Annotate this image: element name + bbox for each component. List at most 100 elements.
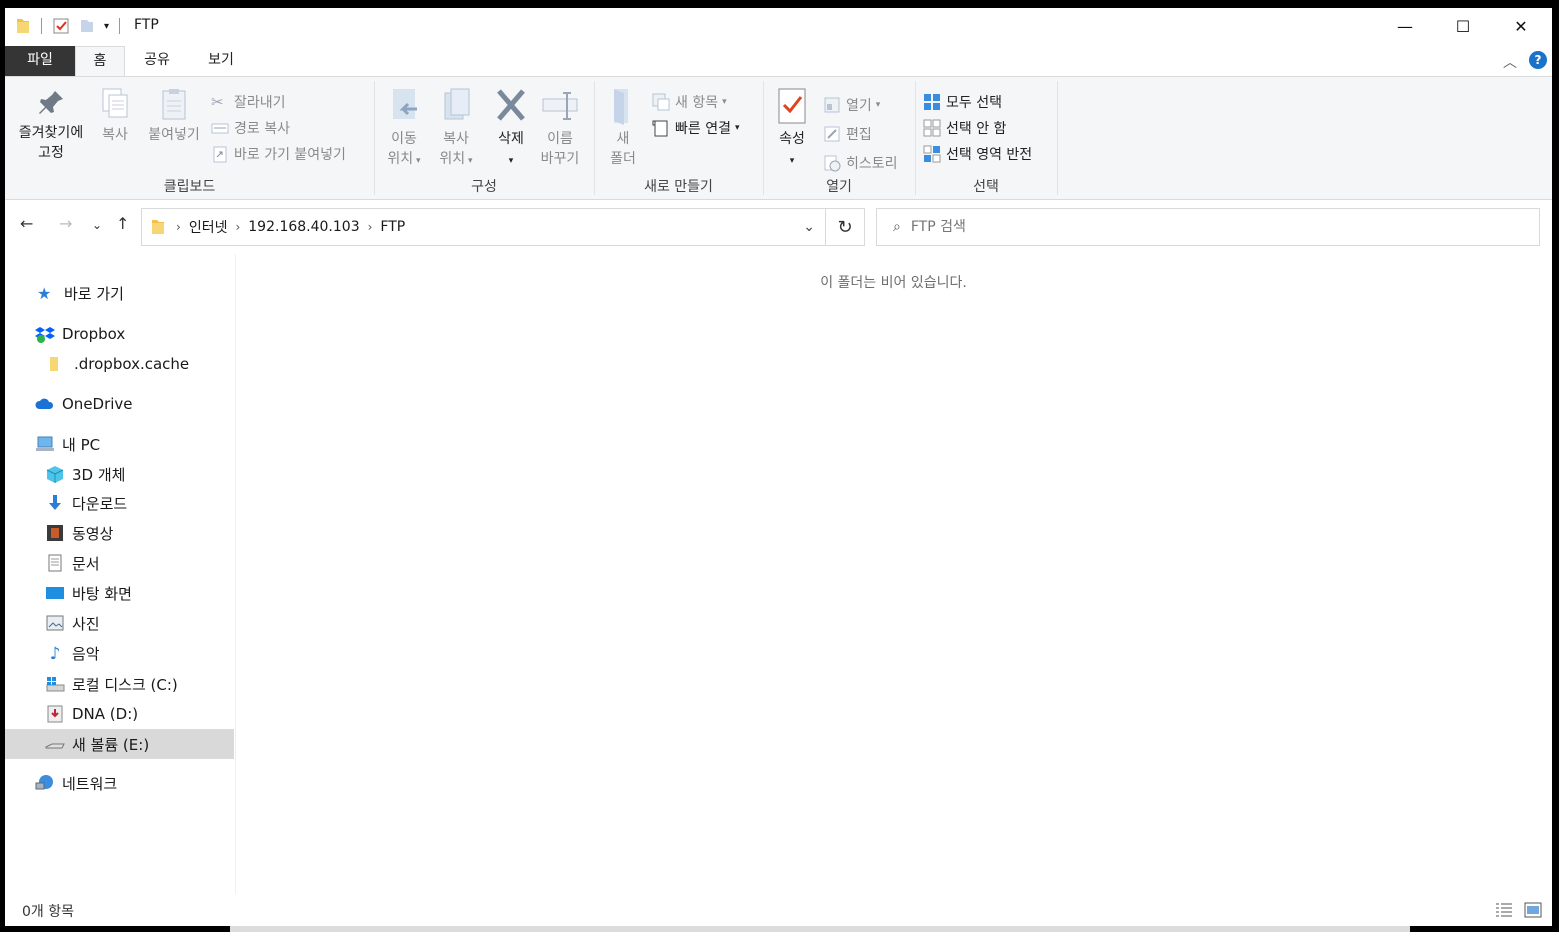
sidebar-item-label: 다운로드	[72, 494, 128, 513]
sidebar-item-documents[interactable]: 문서	[5, 548, 234, 578]
delete-label: 삭제	[498, 131, 524, 147]
pin-label-1: 즐겨찾기에	[18, 125, 84, 141]
sidebar-item-label: 내 PC	[62, 435, 101, 454]
maximize-button[interactable]: ☐	[1434, 8, 1492, 44]
help-icon[interactable]: ?	[1529, 51, 1547, 69]
sidebar-item-dropbox[interactable]: Dropbox	[5, 319, 234, 349]
properties-quick-icon[interactable]	[52, 17, 70, 35]
empty-folder-message: 이 폴더는 비어 있습니다.	[820, 275, 967, 291]
cube-icon	[46, 466, 64, 483]
sidebar-item-desktop[interactable]: 바탕 화면	[5, 578, 234, 608]
tab-view[interactable]: 보기	[195, 46, 247, 76]
recent-locations-chevron-icon[interactable]: ⌄	[92, 218, 102, 232]
breadcrumb-separator-icon[interactable]: ›	[368, 220, 373, 234]
new-folder-button[interactable]: 새 폴더	[603, 87, 643, 169]
sidebar-item-volume-e[interactable]: 새 볼륨 (E:)	[5, 729, 234, 759]
copy-to-label-2: 위치	[439, 151, 466, 167]
drive-d-icon	[47, 705, 63, 723]
large-icons-view-icon[interactable]	[1524, 902, 1542, 918]
search-box[interactable]: ⌕	[876, 208, 1540, 246]
open-label: 열기	[846, 98, 872, 114]
select-all-button[interactable]: 모두 선택	[923, 91, 1002, 113]
up-arrow-icon[interactable]: ↑	[116, 214, 129, 233]
paste-button[interactable]: 붙여넣기	[143, 87, 205, 145]
explorer-window: ▾ FTP — ☐ ✕ 파일 홈 공유 보기 ︿ ? 즐겨찾기에 고정 복사 붙…	[5, 8, 1552, 926]
organize-group-label: 구성	[471, 179, 497, 195]
select-none-button[interactable]: 선택 안 함	[923, 117, 1006, 139]
collapse-ribbon-icon[interactable]: ︿	[1503, 52, 1517, 72]
open-icon	[824, 97, 840, 113]
copy-icon	[102, 88, 128, 118]
sidebar-item-onedrive[interactable]: OneDrive	[5, 389, 234, 419]
item-count: 0개 항목	[22, 904, 74, 920]
new-folder-quick-icon[interactable]	[78, 17, 96, 35]
history-icon	[824, 155, 841, 172]
sidebar-item-network[interactable]: 네트워크	[5, 768, 234, 798]
new-group-label: 새로 만들기	[644, 179, 713, 195]
breadcrumb-separator-icon[interactable]: ›	[176, 220, 181, 234]
sidebar-item-videos[interactable]: 동영상	[5, 518, 234, 548]
delete-button[interactable]: 삭제 ▾	[491, 87, 531, 171]
new-item-label: 새 항목	[675, 95, 719, 111]
refresh-icon: ↻	[837, 216, 853, 238]
minimize-button[interactable]: —	[1376, 8, 1434, 44]
breadcrumb-host[interactable]: 192.168.40.103	[248, 219, 359, 235]
refresh-button[interactable]: ↻	[825, 208, 865, 246]
sidebar-item-music[interactable]: ♪ 음악	[5, 638, 234, 668]
sidebar-item-label: DNA (D:)	[72, 705, 139, 723]
sidebar-item-3d-objects[interactable]: 3D 개체	[5, 459, 234, 489]
pin-icon	[39, 91, 63, 114]
invert-selection-button[interactable]: 선택 영역 반전	[923, 143, 1032, 165]
search-input[interactable]	[910, 219, 1511, 235]
clipboard-group-label: 클립보드	[163, 179, 216, 195]
horizontal-scrollbar[interactable]	[230, 926, 1410, 932]
ribbon-tabs: 파일 홈 공유 보기 ︿ ?	[5, 46, 1552, 77]
sidebar-item-downloads[interactable]: 다운로드	[5, 488, 234, 518]
breadcrumb-internet[interactable]: 인터넷	[189, 217, 228, 237]
select-group-label: 선택	[973, 179, 999, 195]
sidebar-item-quick-access[interactable]: ★ 바로 가기	[5, 278, 234, 308]
sidebar-item-label: .dropbox.cache	[74, 355, 190, 373]
edit-label: 편집	[846, 127, 872, 143]
sidebar-item-pictures[interactable]: 사진	[5, 608, 234, 638]
rename-button[interactable]: 이름 바꾸기	[537, 87, 583, 169]
properties-button[interactable]: 속성 ▾	[771, 87, 813, 171]
open-button[interactable]: 열기 ▾	[823, 94, 880, 116]
group-divider	[1057, 81, 1058, 195]
tab-share[interactable]: 공유	[132, 46, 182, 76]
sidebar-item-local-disk-c[interactable]: 로컬 디스크 (C:)	[5, 669, 234, 699]
cut-button[interactable]: ✂ 잘라내기	[211, 91, 286, 113]
move-to-button[interactable]: 이동 위치 ▾	[381, 87, 427, 171]
film-icon	[47, 525, 63, 541]
easy-access-button[interactable]: 빠른 연결 ▾	[652, 117, 740, 139]
customize-dropdown-icon[interactable]: ▾	[104, 21, 109, 32]
close-button[interactable]: ✕	[1492, 8, 1550, 44]
scissors-icon: ✂	[211, 93, 224, 111]
breadcrumb-ftp[interactable]: FTP	[380, 219, 405, 235]
forward-arrow-icon[interactable]: →	[59, 214, 72, 233]
pane-divider[interactable]	[235, 254, 236, 894]
sidebar-item-label: 문서	[72, 554, 100, 573]
copy-path-button[interactable]: 경로 복사	[211, 117, 290, 139]
delete-dropdown-icon[interactable]: ▾	[509, 156, 514, 166]
paste-shortcut-button[interactable]: 바로 가기 붙여넣기	[211, 143, 346, 165]
edit-button[interactable]: 편집	[823, 123, 872, 145]
pin-quick-access-button[interactable]: 즐겨찾기에 고정	[13, 87, 89, 163]
tab-file[interactable]: 파일	[5, 46, 75, 76]
breadcrumb-separator-icon[interactable]: ›	[235, 220, 240, 234]
copy-button[interactable]: 복사	[95, 87, 135, 145]
new-folder-label-2: 폴더	[610, 151, 636, 167]
new-item-button[interactable]: 새 항목 ▾	[652, 91, 727, 113]
sidebar-item-this-pc[interactable]: 내 PC	[5, 429, 234, 459]
details-view-icon[interactable]	[1495, 902, 1513, 918]
copy-to-button[interactable]: 복사 위치 ▾	[433, 87, 479, 171]
move-to-label-1: 이동	[391, 131, 417, 147]
tab-home[interactable]: 홈	[75, 46, 125, 77]
properties-dropdown-icon[interactable]: ▾	[790, 156, 795, 166]
address-dropdown-chevron-icon[interactable]: ⌄	[803, 219, 815, 235]
sidebar-item-dna-d[interactable]: DNA (D:)	[5, 699, 234, 729]
address-bar[interactable]: › 인터넷 › 192.168.40.103 › FTP ⌄	[141, 208, 826, 246]
sidebar-item-dropbox-cache[interactable]: .dropbox.cache	[5, 349, 234, 379]
back-arrow-icon[interactable]: ←	[20, 214, 33, 233]
history-button[interactable]: 히스토리	[823, 152, 898, 174]
